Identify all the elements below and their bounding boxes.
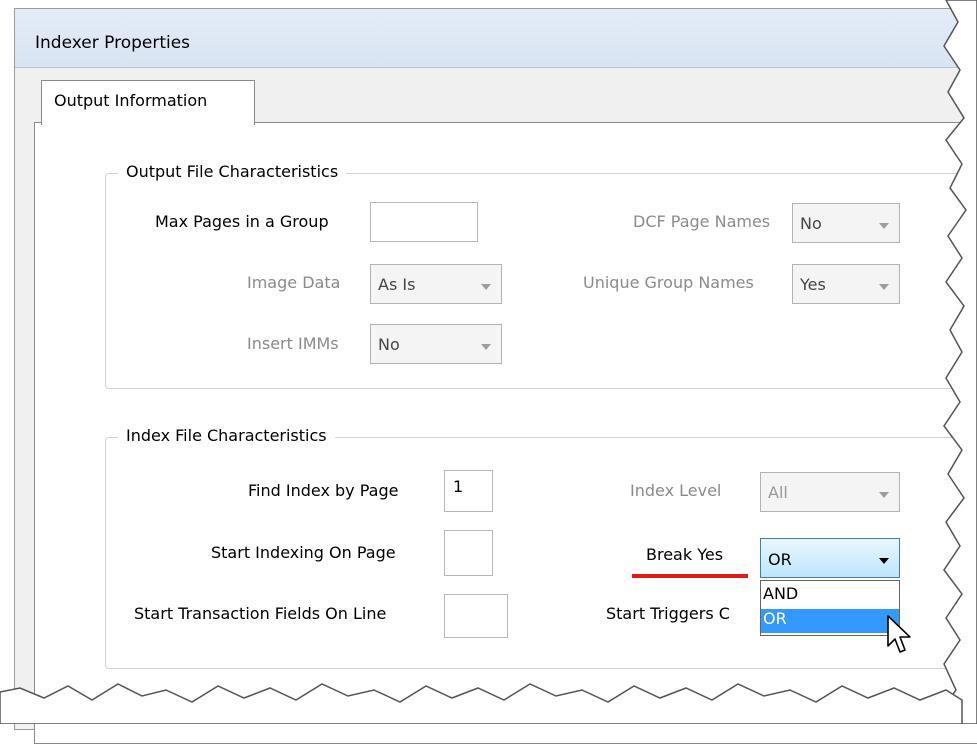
tab-output-information[interactable]: Output Information (41, 80, 255, 125)
tab-label: Output Information (54, 91, 208, 110)
